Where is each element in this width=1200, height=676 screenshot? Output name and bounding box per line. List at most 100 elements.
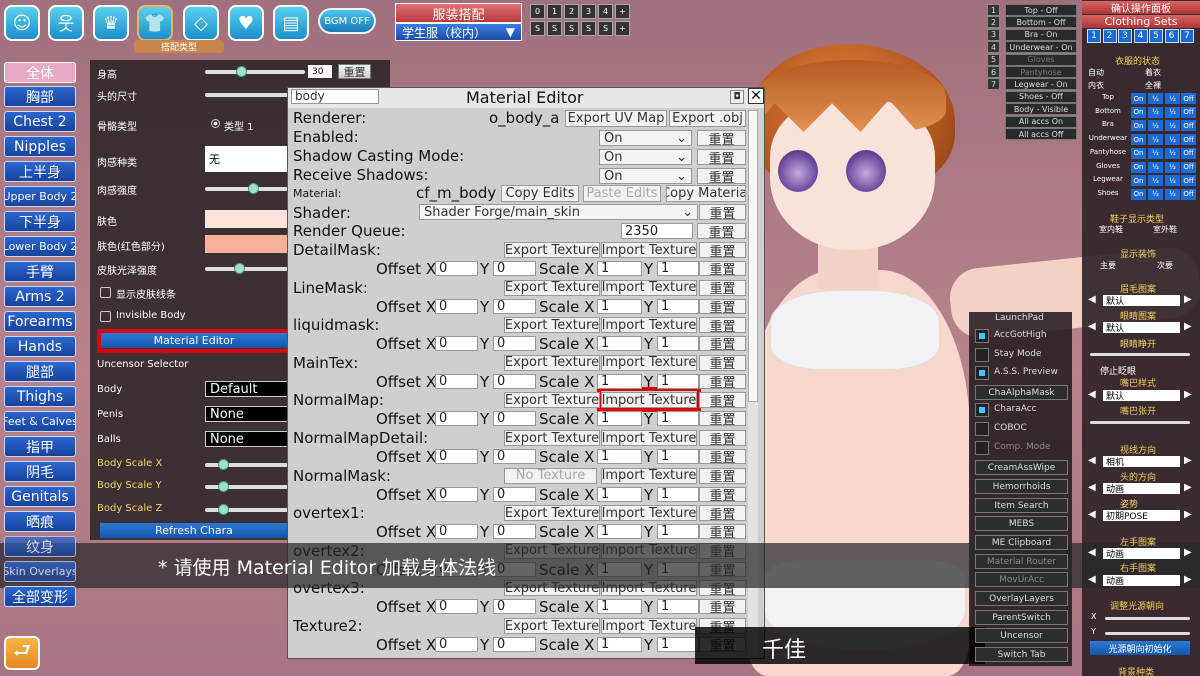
head-size-slider[interactable] (205, 93, 290, 97)
texture-reset-button[interactable]: 重置 (699, 505, 746, 522)
category-item[interactable]: Feet & Calves (4, 411, 76, 432)
height-slider[interactable] (205, 70, 305, 74)
toggle-number[interactable]: 7 (987, 78, 1000, 91)
export-texture-button[interactable]: Export Texture (504, 618, 600, 634)
outfit-slot-button[interactable]: + (615, 21, 630, 36)
state-auto-radio[interactable]: 自动 (1088, 67, 1104, 78)
outfit-slot-button[interactable]: 1 (547, 4, 562, 19)
texture-reset-button[interactable]: 重置 (699, 392, 746, 409)
scale-y-input[interactable]: 1 (657, 336, 699, 352)
outfit-button[interactable]: 服装搭配 (395, 3, 522, 23)
eyebrow-next-arrow-icon[interactable]: ▶ (1184, 294, 1192, 305)
category-item[interactable]: Nipples (4, 136, 76, 157)
toggle-number[interactable]: 6 (987, 66, 1000, 78)
scale-x-input[interactable]: 1 (597, 411, 642, 427)
category-item[interactable]: 胸部 (4, 86, 76, 107)
toggle-number[interactable]: 4 (987, 41, 1000, 54)
export-texture-button[interactable]: Export Texture (504, 430, 600, 446)
offset-x-input[interactable]: 0 (435, 599, 478, 615)
outdoor-shoes-radio[interactable]: 室外鞋 (1153, 224, 1177, 235)
copy-edits-button[interactable]: Copy Edits (501, 185, 579, 202)
scale-x-input[interactable]: 1 (597, 336, 642, 352)
launchpad-button[interactable]: ME Clipboard (975, 535, 1068, 550)
eye-pattern-next-arrow-icon[interactable]: ▶ (1184, 321, 1192, 332)
clothing-toggle-button[interactable]: Top - Off (1005, 4, 1077, 16)
right-hand-next-arrow-icon[interactable]: ▶ (1184, 574, 1192, 585)
shader-reset-button[interactable]: 重置 (699, 204, 746, 220)
eye-open-slider[interactable] (1090, 353, 1190, 356)
gaze-direction-select[interactable]: 相机 (1103, 456, 1180, 467)
outfit-dropdown[interactable]: 学生服（校内） ▼ (395, 23, 522, 41)
offset-x-input[interactable]: 0 (435, 298, 478, 314)
left-hand-prev-arrow-icon[interactable]: ◀ (1088, 547, 1096, 558)
height-slider-knob[interactable] (236, 66, 247, 77)
category-item[interactable]: Upper Body 2 (4, 186, 76, 207)
offset-y-input[interactable]: 0 (493, 298, 536, 314)
launchpad-button[interactable]: Item Search (975, 498, 1068, 513)
receive-shadows-dropdown[interactable]: On ⌄ (599, 168, 692, 184)
state-off-button[interactable]: Off (1181, 106, 1196, 118)
head-direction-select[interactable]: 动画 (1103, 483, 1180, 494)
export-texture-button[interactable]: Export Texture (504, 392, 600, 409)
offset-y-input[interactable]: 0 (493, 486, 536, 502)
category-item[interactable]: 全体 (4, 62, 76, 83)
scale-y-input[interactable]: 1 (657, 298, 699, 314)
clothing-toggle-button[interactable]: Legwear - On (1005, 78, 1077, 91)
heart-icon[interactable]: ♥ (228, 5, 264, 41)
mouth-style-next-arrow-icon[interactable]: ▶ (1184, 389, 1192, 400)
clothing-toggle-button[interactable]: Bra - On (1005, 28, 1077, 41)
state-half-button[interactable]: ½ (1165, 120, 1180, 132)
scale-y-input[interactable]: 1 (657, 486, 699, 502)
scale-x-input[interactable]: 1 (597, 449, 642, 464)
scale-y-input[interactable]: 1 (657, 261, 699, 276)
right-hand-prev-arrow-icon[interactable]: ◀ (1088, 574, 1096, 585)
bgm-toggle-button[interactable]: BGM OFF (318, 8, 376, 34)
light-reset-button[interactable]: 光源朝向初始化 (1090, 641, 1190, 655)
clothing-set-button[interactable]: 5 (1149, 29, 1163, 43)
state-off-button[interactable]: Off (1181, 134, 1196, 146)
outfit-slot-button[interactable]: 3 (581, 4, 596, 19)
state-half-button[interactable]: ½ (1148, 161, 1163, 173)
right-hand-select[interactable]: 动画 (1103, 575, 1180, 586)
state-half-button[interactable]: ½ (1165, 106, 1180, 118)
category-item[interactable]: 腿部 (4, 361, 76, 382)
category-item[interactable]: Chest 2 (4, 111, 76, 132)
state-half-button[interactable]: ½ (1148, 147, 1163, 159)
export-obj-button[interactable]: Export .obj (669, 110, 746, 127)
toggle-number[interactable]: 1 (987, 4, 1000, 16)
launchpad-button[interactable]: ChaAlphaMask (975, 385, 1068, 400)
close-icon[interactable]: ✕ (748, 88, 764, 104)
export-texture-button[interactable]: Export Texture (504, 242, 600, 258)
category-item[interactable]: Arms 2 (4, 286, 76, 307)
window-minimize-icon[interactable]: ◘ (730, 90, 744, 104)
state-half-button[interactable]: ½ (1165, 134, 1180, 146)
receive-shadows-reset-button[interactable]: 重置 (697, 168, 746, 184)
eye-pattern-prev-arrow-icon[interactable]: ◀ (1088, 321, 1096, 332)
category-item[interactable]: 下半身 (4, 211, 76, 232)
accessory-sub-checkbox[interactable]: 次要 (1157, 260, 1173, 271)
category-item[interactable]: 阴毛 (4, 461, 76, 482)
launchpad-checkbox[interactable] (975, 348, 989, 362)
offset-x-input[interactable]: 0 (435, 524, 478, 540)
category-item[interactable]: Forearms (4, 311, 76, 332)
launchpad-button[interactable]: OverlayLayers (975, 591, 1068, 606)
category-item[interactable]: Thighs (4, 386, 76, 407)
flesh-strength-slider[interactable] (205, 187, 288, 191)
height-reset-button[interactable]: 重置 (338, 64, 371, 79)
flesh-strength-knob[interactable] (248, 183, 259, 194)
export-texture-button[interactable]: Export Texture (504, 279, 600, 296)
offset-x-input[interactable]: 0 (435, 373, 478, 389)
state-half-button[interactable]: ½ (1148, 175, 1163, 187)
state-on-button[interactable]: On (1131, 93, 1146, 104)
state-half-button[interactable]: ½ (1148, 120, 1163, 132)
state-off-button[interactable]: Off (1181, 161, 1196, 173)
render-queue-input[interactable]: 2350 (621, 223, 693, 239)
confirm-panel-button[interactable]: 确认操作面板 (1082, 1, 1200, 15)
category-item[interactable]: 手臂 (4, 261, 76, 282)
skin-red-swatch[interactable] (205, 235, 288, 253)
gaze-direction-prev-arrow-icon[interactable]: ◀ (1088, 455, 1096, 466)
offset-y-input[interactable]: 0 (493, 524, 536, 540)
outfit-slot-button[interactable]: S (598, 21, 613, 36)
state-on-button[interactable]: On (1131, 161, 1146, 173)
offset-reset-button[interactable]: 重置 (699, 449, 746, 464)
